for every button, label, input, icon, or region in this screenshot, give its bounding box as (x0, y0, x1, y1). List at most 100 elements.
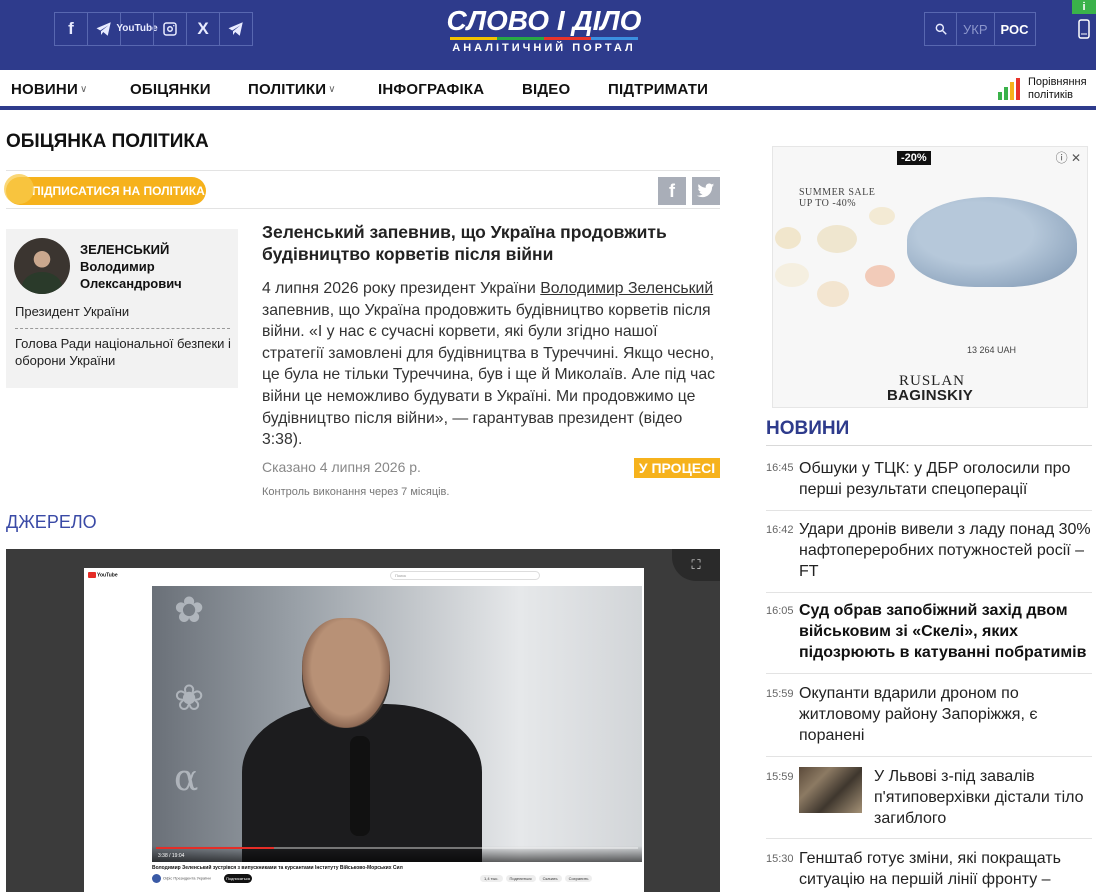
politician-name[interactable]: ЗЕЛЕНСЬКИЙ Володимир Олександрович (80, 241, 182, 292)
speaker-head (302, 618, 390, 728)
news-title[interactable]: У Львові з-під завалів п'ятиповерхівки д… (874, 766, 1092, 829)
compare-label: Порівняння політиків (1028, 76, 1087, 102)
divider (6, 208, 720, 209)
video-frame[interactable]: ✿ ❀ α 3:38 / 19:04 (152, 586, 642, 862)
divider (766, 510, 1092, 511)
info-badge: і (1072, 0, 1096, 14)
lang-ukr-button[interactable]: УКР (957, 13, 995, 45)
nav-news[interactable]: НОВИНИ ∨ (11, 81, 87, 98)
divider (6, 170, 720, 171)
nav-infographics[interactable]: ІНФОГРАФІКА (378, 81, 484, 98)
propeller-glyph: ✿ (174, 590, 205, 631)
header-tools: УКР РОС (924, 12, 1036, 46)
divider (766, 756, 1092, 757)
politician-first-name: Володимир (80, 259, 155, 274)
said-date: Сказано 4 липня 2026 р. (262, 459, 421, 475)
source-heading: ДЖЕРЕЛО (6, 512, 97, 532)
product-hat (865, 265, 895, 287)
control-note: Контроль виконання через 7 місяців. (262, 486, 450, 498)
ad-brand-line2: BAGINSKIY (887, 387, 974, 404)
youtube-logo: YouTube (88, 572, 118, 578)
youtube-topbar: YouTube Поиск (84, 568, 644, 584)
dashed-divider (15, 328, 230, 329)
product-hat (817, 225, 857, 253)
phone-icon[interactable] (1072, 16, 1096, 42)
header-bar: f YouTube X СЛОВО І ДІЛО АНАЛІТИЧНИЙ ПОР… (0, 0, 1096, 70)
politician-role: Голова Ради національної безпеки і оборо… (15, 336, 231, 368)
chevron-down-icon: ∨ (79, 84, 88, 95)
promise-headline: Зеленський запевнив, що Україна продовжи… (262, 222, 667, 264)
bar-chart-icon (998, 78, 1022, 100)
youtube-icon[interactable]: YouTube (116, 12, 158, 46)
share-twitter-icon[interactable] (692, 177, 720, 205)
info-icon[interactable]: ⓘ (1056, 151, 1068, 165)
youtube-actions: 1,4 тыс. Поделиться Скачать Сохранить (480, 875, 595, 882)
facebook-icon[interactable]: f (54, 12, 88, 46)
progress-fill (156, 847, 274, 849)
progress-bar[interactable] (156, 847, 638, 849)
instagram-icon[interactable] (153, 12, 187, 46)
fan-glyph: ❀ (174, 678, 205, 719)
nav-video[interactable]: ВІДЕО (522, 81, 570, 98)
compare-politicians-link[interactable]: Порівняння політиків (998, 76, 1087, 102)
search-icon[interactable] (925, 13, 957, 45)
news-title[interactable]: Генштаб готує зміни, які покращать ситуа… (799, 848, 1091, 890)
subscribe-accent (4, 174, 34, 204)
news-time: 16:42 (766, 524, 794, 536)
x-icon[interactable]: X (186, 12, 220, 46)
telegram-icon[interactable] (219, 12, 253, 46)
youtube-search: Поиск (390, 571, 540, 580)
product-hat (869, 207, 895, 225)
politician-card[interactable]: ЗЕЛЕНСЬКИЙ Володимир Олександрович Прези… (6, 229, 238, 388)
body-text: 4 липня 2026 року президент України (262, 280, 541, 297)
product-hat (817, 281, 849, 307)
compare-line1: Порівняння (1028, 76, 1087, 88)
close-icon[interactable]: ✕ (1071, 151, 1081, 165)
product-hat (775, 263, 809, 287)
news-time: 15:59 (766, 688, 794, 700)
politician-link[interactable]: Володимир Зеленський (540, 280, 713, 297)
site-logo[interactable]: СЛОВО І ДІЛО АНАЛІТИЧНИЙ ПОРТАЛ (446, 5, 642, 55)
news-heading[interactable]: НОВИНИ (766, 418, 849, 440)
logo-color-bar (450, 37, 638, 40)
divider (766, 445, 1092, 446)
status-badge: У ПРОЦЕСІ (634, 458, 720, 478)
product-price: 13 264 UAH (967, 345, 1017, 355)
logo-title: СЛОВО І ДІЛО (446, 5, 642, 36)
news-time: 15:30 (766, 853, 794, 865)
share-facebook-icon[interactable]: f (658, 177, 686, 205)
subscribe-label: ПІДПИСАТИСЯ НА ПОЛІТИКА (32, 184, 205, 198)
video-channel: Офіс Президента України (152, 874, 211, 883)
lang-ros-button[interactable]: РОС (995, 13, 1035, 45)
news-thumbnail[interactable] (799, 767, 862, 813)
fullscreen-icon[interactable]: ⛶ (672, 549, 720, 581)
news-time: 16:45 (766, 462, 794, 474)
news-title[interactable]: Окупанти вдарили дроном по житловому рай… (799, 683, 1091, 746)
corner-widget[interactable]: і (1072, 0, 1096, 70)
promise-body: 4 липня 2026 року президент України Воло… (262, 278, 720, 451)
nav-politicians-label: ПОЛІТИКИ (248, 81, 327, 98)
news-title[interactable]: Обшуки у ТЦК: у ДБР оголосили про перші … (799, 458, 1091, 500)
sale-text: SUMMER SALE UP TO -40% (799, 187, 876, 209)
source-video[interactable]: ⛶ YouTube Поиск ✿ ❀ α 3:38 / 19:04 Волод… (6, 549, 720, 892)
news-title[interactable]: Суд обрав запобіжний захід двом військов… (799, 600, 1091, 663)
ad-controls[interactable]: ⓘ ✕ (1056, 149, 1081, 166)
news-time: 16:05 (766, 605, 794, 617)
channel-name: Офіс Президента України (163, 875, 211, 881)
divider (766, 838, 1092, 839)
youtube-subscribe: Подписаться (224, 874, 252, 883)
politician-position: Президент України (15, 304, 130, 319)
avatar[interactable] (14, 238, 70, 294)
youtube-logo-text: YouTube (97, 572, 118, 579)
page-title: ОБІЦЯНКА ПОЛІТИКА (6, 131, 209, 152)
nav-support[interactable]: ПІДТРИМАТИ (608, 81, 708, 98)
video-caption: Володимир Зеленський зустрівся з випускн… (152, 865, 403, 871)
politician-patronymic: Олександрович (80, 276, 182, 291)
body-text: запевнив, що Україна продовжить будівниц… (262, 301, 716, 449)
social-links: f YouTube X (54, 12, 253, 46)
nav-promises[interactable]: ОБІЦЯНКИ (130, 81, 211, 98)
nav-politicians[interactable]: ПОЛІТИКИ ∨ (248, 81, 336, 98)
subscribe-politician-button[interactable]: ПІДПИСАТИСЯ НА ПОЛІТИКА (4, 174, 206, 205)
news-title[interactable]: Удари дронів вивели з ладу понад 30% наф… (799, 519, 1091, 582)
advertisement[interactable]: -20% ⓘ ✕ SUMMER SALE UP TO -40% 13 264 U… (772, 146, 1088, 408)
